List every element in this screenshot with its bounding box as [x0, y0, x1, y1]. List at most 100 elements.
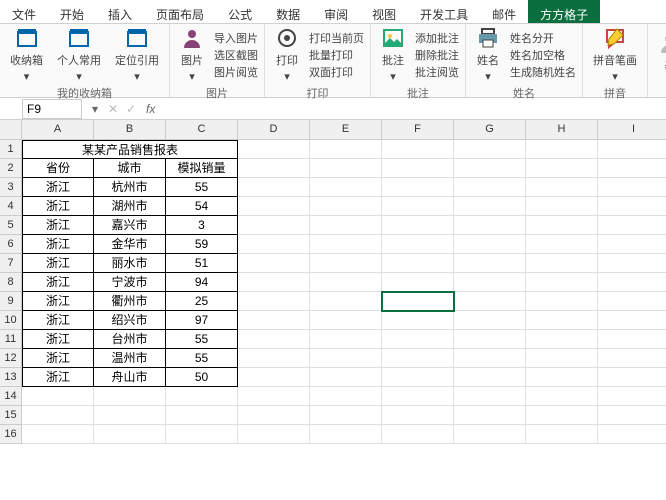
cell-G9[interactable] [454, 292, 526, 311]
ribbon-添加批注[interactable]: 添加批注 [415, 30, 459, 46]
row-header-11[interactable]: 11 [0, 330, 22, 349]
col-header-E[interactable]: E [310, 120, 382, 140]
ribbon-批注[interactable]: 批注▾ [377, 24, 409, 85]
ribbon-定位引用[interactable]: 定位引用▾ [111, 24, 163, 85]
cell-G13[interactable] [454, 368, 526, 387]
cell-D6[interactable] [238, 235, 310, 254]
ribbon-导入图片[interactable]: 导入图片 [214, 30, 258, 46]
cell-F5[interactable] [382, 216, 454, 235]
cell-D15[interactable] [238, 406, 310, 425]
cell-I8[interactable] [598, 273, 666, 292]
menu-邮件[interactable]: 邮件 [480, 0, 528, 23]
cell-G11[interactable] [454, 330, 526, 349]
formula-bar[interactable] [161, 107, 666, 111]
cell-H3[interactable] [526, 178, 598, 197]
cell-E10[interactable] [310, 311, 382, 330]
cell-E9[interactable] [310, 292, 382, 311]
cell-G12[interactable] [454, 349, 526, 368]
select-all-corner[interactable] [0, 120, 22, 140]
cell-D5[interactable] [238, 216, 310, 235]
cell-A2[interactable]: 省份 [22, 159, 94, 178]
cell-B11[interactable]: 台州市 [94, 330, 166, 349]
row-header-2[interactable]: 2 [0, 159, 22, 178]
ribbon-图片阅览[interactable]: 图片阅览 [214, 64, 258, 80]
cell-H16[interactable] [526, 425, 598, 444]
cell-C12[interactable]: 55 [166, 349, 238, 368]
cell-B13[interactable]: 舟山市 [94, 368, 166, 387]
ribbon-个人常用[interactable]: 个人常用▾ [53, 24, 105, 85]
cell-I11[interactable] [598, 330, 666, 349]
cell-A3[interactable]: 浙江 [22, 178, 94, 197]
cell-D10[interactable] [238, 311, 310, 330]
cell-F4[interactable] [382, 197, 454, 216]
row-header-13[interactable]: 13 [0, 368, 22, 387]
cell-B12[interactable]: 温州市 [94, 349, 166, 368]
cell-F7[interactable] [382, 254, 454, 273]
cell-C3[interactable]: 55 [166, 178, 238, 197]
cell-B2[interactable]: 城市 [94, 159, 166, 178]
cell-F6[interactable] [382, 235, 454, 254]
ribbon-图片[interactable]: 图片▾ [176, 24, 208, 85]
row-header-14[interactable]: 14 [0, 387, 22, 406]
cell-E15[interactable] [310, 406, 382, 425]
cell-C4[interactable]: 54 [166, 197, 238, 216]
cell-H2[interactable] [526, 159, 598, 178]
cell-B7[interactable]: 丽水市 [94, 254, 166, 273]
menu-文件[interactable]: 文件 [0, 0, 48, 23]
cell-G1[interactable] [454, 140, 526, 159]
fx-icon[interactable]: fx [140, 102, 161, 116]
cell-C7[interactable]: 51 [166, 254, 238, 273]
row-header-3[interactable]: 3 [0, 178, 22, 197]
cell-I1[interactable] [598, 140, 666, 159]
cell-A9[interactable]: 浙江 [22, 292, 94, 311]
name-box[interactable]: F9 [22, 99, 82, 119]
cell-F9[interactable] [382, 292, 454, 311]
cell-E7[interactable] [310, 254, 382, 273]
cell-G14[interactable] [454, 387, 526, 406]
cell-I14[interactable] [598, 387, 666, 406]
ribbon-生成随机姓名[interactable]: 生成随机姓名 [510, 64, 576, 80]
ribbon-批注阅览[interactable]: 批注阅览 [415, 64, 459, 80]
cell-E3[interactable] [310, 178, 382, 197]
cell-B3[interactable]: 杭州市 [94, 178, 166, 197]
cell-I13[interactable] [598, 368, 666, 387]
cell-B6[interactable]: 金华市 [94, 235, 166, 254]
row-header-4[interactable]: 4 [0, 197, 22, 216]
cell-B15[interactable] [94, 406, 166, 425]
row-header-9[interactable]: 9 [0, 292, 22, 311]
cell-C14[interactable] [166, 387, 238, 406]
cell-G7[interactable] [454, 254, 526, 273]
cell-I3[interactable] [598, 178, 666, 197]
cell-D12[interactable] [238, 349, 310, 368]
cell-E6[interactable] [310, 235, 382, 254]
cell-C6[interactable]: 59 [166, 235, 238, 254]
menu-页面布局[interactable]: 页面布局 [144, 0, 216, 23]
cell-F16[interactable] [382, 425, 454, 444]
cell-F1[interactable] [382, 140, 454, 159]
row-header-6[interactable]: 6 [0, 235, 22, 254]
cell-I7[interactable] [598, 254, 666, 273]
ribbon-打印[interactable]: 打印▾ [271, 24, 303, 85]
cell-G15[interactable] [454, 406, 526, 425]
cell-I2[interactable] [598, 159, 666, 178]
ribbon-打印当前页[interactable]: 打印当前页 [309, 30, 364, 46]
cell-B9[interactable]: 衢州市 [94, 292, 166, 311]
cell-E2[interactable] [310, 159, 382, 178]
cell-C9[interactable]: 25 [166, 292, 238, 311]
cell-G2[interactable] [454, 159, 526, 178]
cell-H7[interactable] [526, 254, 598, 273]
cell-F15[interactable] [382, 406, 454, 425]
cell-D3[interactable] [238, 178, 310, 197]
cell-H9[interactable] [526, 292, 598, 311]
cell-G3[interactable] [454, 178, 526, 197]
cell-H12[interactable] [526, 349, 598, 368]
cell-H1[interactable] [526, 140, 598, 159]
row-header-7[interactable]: 7 [0, 254, 22, 273]
cell-H13[interactable] [526, 368, 598, 387]
row-header-1[interactable]: 1 [0, 140, 22, 159]
cell-A16[interactable] [22, 425, 94, 444]
cell-B10[interactable]: 绍兴市 [94, 311, 166, 330]
cell-H11[interactable] [526, 330, 598, 349]
col-header-D[interactable]: D [238, 120, 310, 140]
cell-A10[interactable]: 浙江 [22, 311, 94, 330]
